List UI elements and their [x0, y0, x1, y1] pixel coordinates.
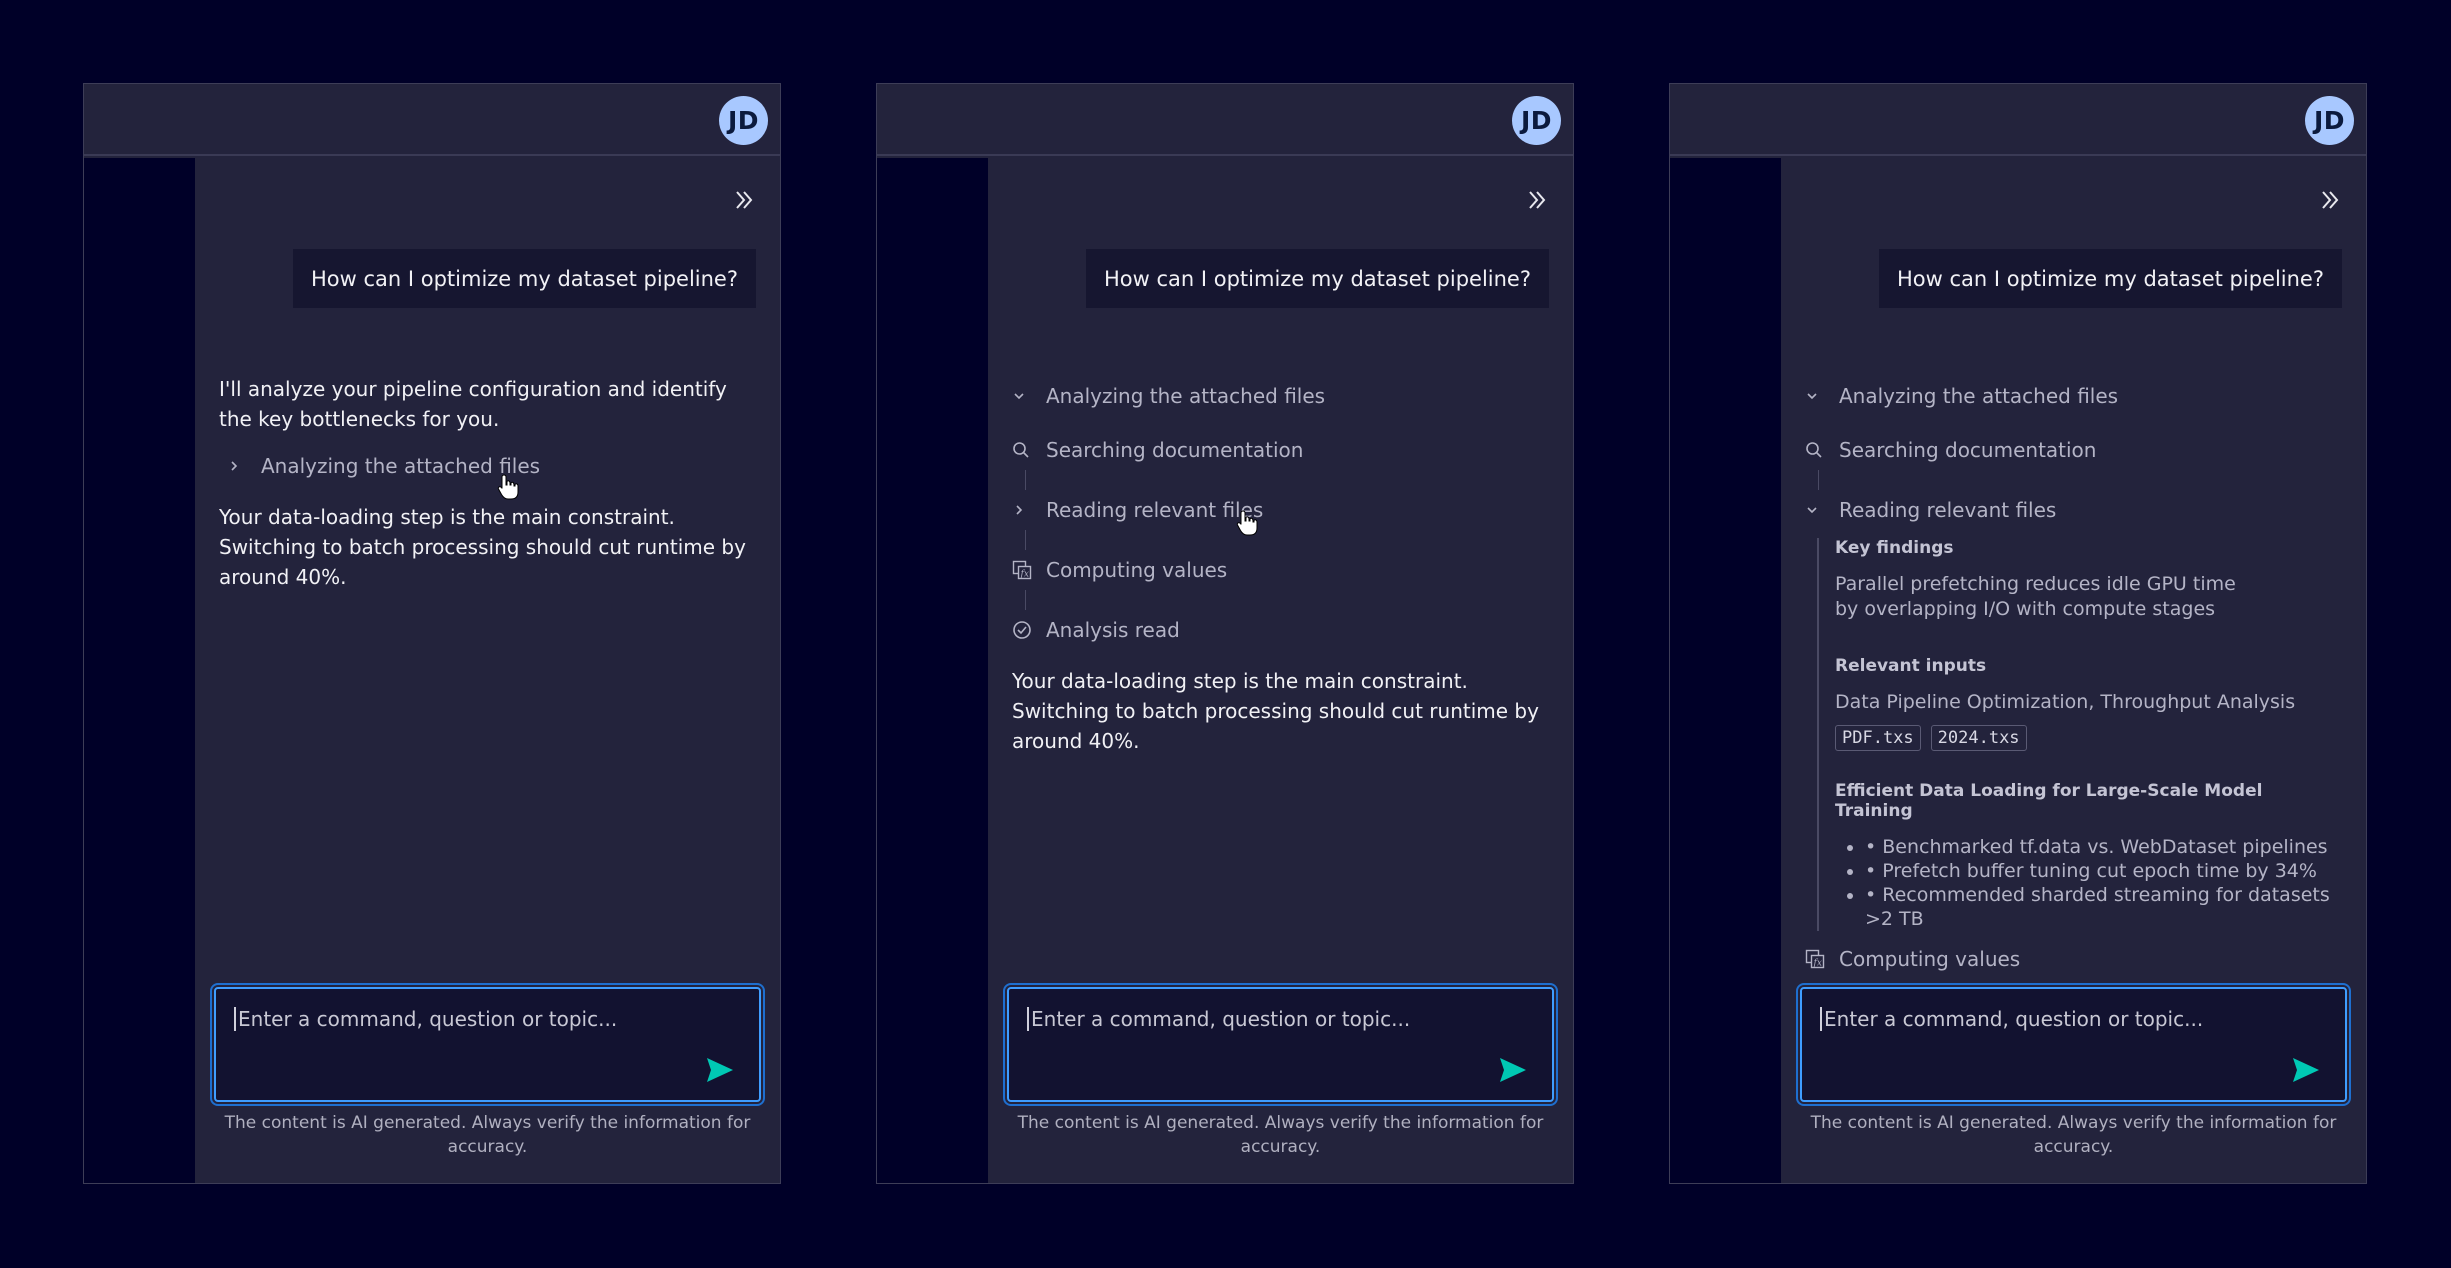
- function-icon: fx: [1805, 949, 1825, 969]
- step-searching-documentation[interactable]: Searching documentation: [1012, 430, 1549, 470]
- step-computing-values[interactable]: fx Computing values: [1805, 939, 2342, 971]
- svg-text:fx: fx: [1813, 959, 1822, 969]
- chat-panel-2: JD How can I optimize my dataset pipelin…: [876, 83, 1574, 1184]
- user-message: How can I optimize my dataset pipeline?: [292, 249, 756, 308]
- chat-panel-1: JD How can I optimize my dataset pipelin…: [83, 83, 781, 1184]
- relevant-inputs-heading: Relevant inputs: [1835, 656, 1987, 676]
- ai-answer-text: Your data-loading step is the main const…: [1012, 669, 1539, 753]
- collapse-button[interactable]: [1523, 186, 1551, 214]
- reading-files-details: Key findings Parallel prefetching reduce…: [1817, 538, 2342, 931]
- paper-title: Efficient Data Loading for Large-Scale M…: [1835, 781, 2263, 821]
- chat-main: How can I optimize my dataset pipeline? …: [195, 158, 780, 1183]
- step-analyzing-files[interactable]: Analyzing the attached files: [227, 446, 756, 486]
- key-findings-text: Parallel prefetching reduces idle GPU ti…: [1835, 573, 2236, 620]
- file-chips: PDF.txs 2024.txs: [1835, 725, 2342, 751]
- prompt-input-box[interactable]: [1800, 987, 2347, 1102]
- chat-main: How can I optimize my dataset pipeline? …: [1781, 158, 2366, 1183]
- chat-area: Analyzing the attached files Searching d…: [1805, 308, 2342, 971]
- list-item: • Benchmarked tf.data vs. WebDataset pip…: [1865, 835, 2342, 859]
- step-connector: [1025, 530, 1026, 550]
- step-label: Analyzing the attached files: [1839, 384, 2119, 408]
- top-bar: JD: [877, 84, 1573, 156]
- send-button[interactable]: [1498, 1056, 1528, 1084]
- svg-text:fx: fx: [1020, 570, 1029, 580]
- list-item: • Prefetch buffer tuning cut epoch time …: [1865, 859, 2342, 883]
- chevron-right-icon: [231, 461, 238, 471]
- top-bar: JD: [1670, 84, 2366, 156]
- chevron-down-icon: [1014, 393, 1024, 400]
- ai-answer-text: Your data-loading step is the main const…: [219, 505, 746, 589]
- step-label: Computing values: [1046, 558, 1228, 582]
- ai-intro-text: I'll analyze your pipeline configuration…: [219, 377, 727, 431]
- relevant-inputs-text: Data Pipeline Optimization, Throughput A…: [1835, 691, 2296, 713]
- file-chip[interactable]: PDF.txs: [1835, 725, 1921, 751]
- hand-cursor-icon: [1236, 510, 1258, 536]
- prompt-input[interactable]: [234, 1007, 741, 1031]
- sidebar: [1670, 158, 1781, 1183]
- send-button[interactable]: [705, 1056, 735, 1084]
- step-computing-values[interactable]: fx Computing values: [1012, 550, 1549, 590]
- key-findings-heading: Key findings: [1835, 538, 1954, 558]
- search-icon: [1013, 442, 1029, 458]
- avatar[interactable]: JD: [1512, 96, 1561, 145]
- prompt-input-box[interactable]: [1007, 987, 1554, 1102]
- collapse-button[interactable]: [730, 186, 758, 214]
- step-label: Analysis read: [1046, 618, 1180, 642]
- chat-panel-3: JD How can I optimize my dataset pipelin…: [1669, 83, 2367, 1184]
- prompt-input-box[interactable]: [214, 987, 761, 1102]
- ai-disclaimer: The content is AI generated. Always veri…: [1810, 1113, 2337, 1157]
- step-label: Searching documentation: [1046, 438, 1304, 462]
- double-chevron-right-icon: [736, 191, 753, 209]
- findings-list: • Benchmarked tf.data vs. WebDataset pip…: [1835, 835, 2342, 931]
- double-chevron-right-icon: [2322, 191, 2339, 209]
- check-circle-icon: [1013, 621, 1031, 639]
- user-message: How can I optimize my dataset pipeline?: [1878, 249, 2342, 308]
- step-label: Analyzing the attached files: [1046, 384, 1326, 408]
- send-icon: [1500, 1058, 1526, 1082]
- prompt-input[interactable]: [1027, 1007, 1534, 1031]
- prompt-input[interactable]: [1820, 1007, 2327, 1031]
- step-connector: [1818, 470, 1819, 490]
- avatar[interactable]: JD: [719, 96, 768, 145]
- function-icon: fx: [1012, 560, 1032, 580]
- double-chevron-right-icon: [1529, 191, 1546, 209]
- send-icon: [707, 1058, 733, 1082]
- step-label: Computing values: [1839, 947, 2021, 971]
- chat-main: How can I optimize my dataset pipeline? …: [988, 158, 1573, 1183]
- step-analyzing-files[interactable]: Analyzing the attached files: [1805, 376, 2342, 416]
- step-reading-files[interactable]: Reading relevant files: [1012, 490, 1549, 530]
- user-message: How can I optimize my dataset pipeline?: [1085, 249, 1549, 308]
- send-icon: [2293, 1058, 2319, 1082]
- list-item: • Recommended sharded streaming for data…: [1865, 883, 2342, 931]
- send-button[interactable]: [2291, 1056, 2321, 1084]
- ai-disclaimer: The content is AI generated. Always veri…: [224, 1113, 751, 1157]
- chat-area: I'll analyze your pipeline configuration…: [219, 308, 756, 965]
- chat-area: Analyzing the attached files Searching d…: [1012, 308, 1549, 965]
- step-connector: [1025, 470, 1026, 490]
- step-label: Reading relevant files: [1046, 498, 1264, 522]
- ai-disclaimer: The content is AI generated. Always veri…: [1017, 1113, 1544, 1157]
- chevron-right-icon: [1016, 505, 1023, 515]
- chevron-down-icon: [1807, 393, 1817, 400]
- file-chip[interactable]: 2024.txs: [1930, 725, 2027, 751]
- step-analyzing-files[interactable]: Analyzing the attached files: [1012, 376, 1549, 416]
- collapse-button[interactable]: [2316, 186, 2344, 214]
- hand-cursor-icon: [497, 474, 519, 500]
- search-icon: [1806, 442, 1822, 458]
- sidebar: [84, 158, 195, 1183]
- step-searching-documentation[interactable]: Searching documentation: [1805, 430, 2342, 470]
- step-label: Reading relevant files: [1839, 498, 2057, 522]
- sidebar: [877, 158, 988, 1183]
- step-connector: [1025, 590, 1026, 610]
- top-bar: JD: [84, 84, 780, 156]
- step-reading-files[interactable]: Reading relevant files: [1805, 490, 2342, 530]
- step-label: Searching documentation: [1839, 438, 2097, 462]
- avatar[interactable]: JD: [2305, 96, 2354, 145]
- step-analysis-read[interactable]: Analysis read: [1012, 610, 1549, 650]
- chevron-down-icon: [1807, 507, 1817, 514]
